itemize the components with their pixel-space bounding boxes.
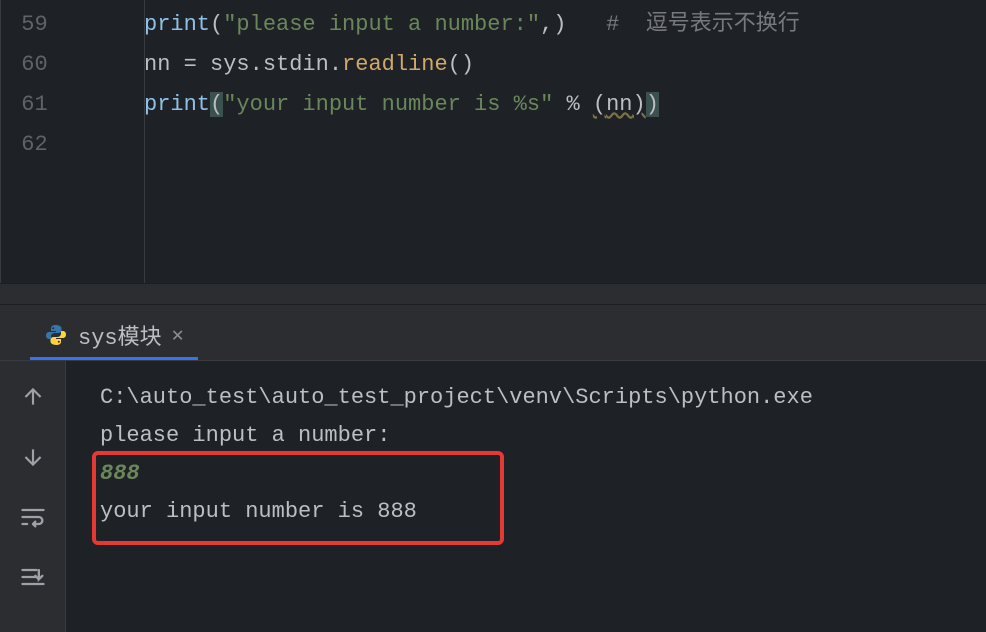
line-number: 62 [1, 125, 106, 165]
method-readline: readline [342, 52, 448, 77]
run-tab-active[interactable]: sys模块 ✕ [30, 312, 198, 360]
parens: () [448, 52, 474, 77]
python-icon [44, 323, 68, 347]
paren-open-hl: ( [210, 92, 223, 117]
builtin-print: print [144, 92, 210, 117]
string-literal: "please input a number:" [223, 12, 540, 37]
output-prompt: please input a number: [100, 417, 986, 455]
console-body: C:\auto_test\auto_test_project\venv\Scri… [0, 361, 986, 632]
builtin-print: print [144, 12, 210, 37]
run-panel: sys模块 ✕ C:\auto_test\auto_test_project\v… [0, 305, 986, 632]
dot: . [250, 52, 263, 77]
attr-stdin: stdin [263, 52, 329, 77]
paren: ) [553, 12, 566, 37]
string-literal: "your input number is %s" [223, 92, 553, 117]
paren-close-warn: ) [633, 92, 646, 117]
code-line-62[interactable] [106, 125, 986, 165]
run-tab-label: sys模块 [78, 319, 162, 351]
paren-open-warn: ( [593, 92, 606, 117]
comma: , [540, 12, 553, 37]
output-result: your input number is 888 [100, 493, 986, 531]
line-number: 60 [1, 45, 106, 85]
whitespace [566, 12, 606, 37]
output-user-input: 888 [100, 455, 986, 493]
code-line-60[interactable]: nn = sys.stdin.readline() [106, 45, 986, 85]
assign-op: = [170, 52, 210, 77]
soft-wrap-button[interactable] [15, 499, 51, 535]
comment: # 逗号表示不换行 [606, 12, 800, 37]
output-exec-path: C:\auto_test\auto_test_project\venv\Scri… [100, 379, 986, 417]
scroll-up-button[interactable] [15, 379, 51, 415]
scroll-to-end-button[interactable] [15, 559, 51, 595]
code-line-59[interactable]: print("please input a number:",) # 逗号表示不… [106, 5, 986, 45]
variable-nn: nn [144, 52, 170, 77]
close-icon[interactable]: ✕ [172, 322, 184, 348]
code-line-61[interactable]: print("your input number is %s" % (nn)) [106, 85, 986, 125]
indent-guide [144, 0, 145, 283]
mod-op: % [553, 92, 593, 117]
variable-nn: nn [606, 92, 632, 117]
dot: . [329, 52, 342, 77]
console-toolbar [0, 361, 66, 632]
module-sys: sys [210, 52, 250, 77]
run-tab-bar: sys模块 ✕ [0, 305, 986, 361]
gutter: 59 60 61 62 [1, 0, 106, 283]
paren-close-hl: ) [646, 92, 659, 117]
console-output[interactable]: C:\auto_test\auto_test_project\venv\Scri… [66, 361, 986, 632]
scroll-down-button[interactable] [15, 439, 51, 475]
code-editor-pane[interactable]: 59 60 61 62 print("please input a number… [0, 0, 986, 283]
line-number: 59 [1, 5, 106, 45]
paren: ( [210, 12, 223, 37]
line-number: 61 [1, 85, 106, 125]
code-area[interactable]: print("please input a number:",) # 逗号表示不… [106, 0, 986, 283]
pane-divider[interactable] [0, 283, 986, 305]
